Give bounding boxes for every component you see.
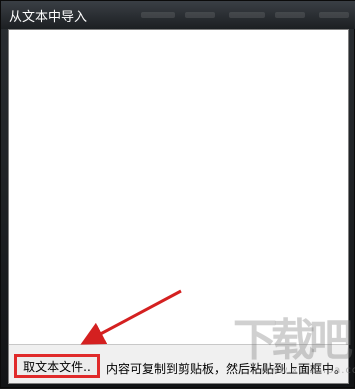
blurred-title-segment: [275, 12, 305, 18]
window-title: 从文本中导入: [9, 10, 88, 25]
title-bar[interactable]: 从文本中导入: [1, 1, 355, 29]
blurred-title-segment: [229, 12, 265, 18]
dialog-client-area: 取文本文件.. 内容可复制到剪贴板，然后粘贴到上面框中。: [8, 29, 349, 384]
import-from-text-window: 从文本中导入 取文本文件.. 内容可复制到剪贴板，然后粘贴到上面框中。 下 载 …: [0, 0, 355, 388]
blurred-title-segment: [141, 12, 175, 18]
import-text-area[interactable]: [9, 30, 348, 345]
blurred-title-segment: [185, 12, 215, 18]
clipboard-hint-text: 内容可复制到剪贴板，然后粘贴到上面框中。: [106, 362, 347, 376]
blurred-title-segment: [319, 12, 349, 18]
bottom-bar: 取文本文件.. 内容可复制到剪贴板，然后粘贴到上面框中。: [9, 346, 348, 383]
read-text-file-button[interactable]: 取文本文件..: [14, 354, 100, 378]
